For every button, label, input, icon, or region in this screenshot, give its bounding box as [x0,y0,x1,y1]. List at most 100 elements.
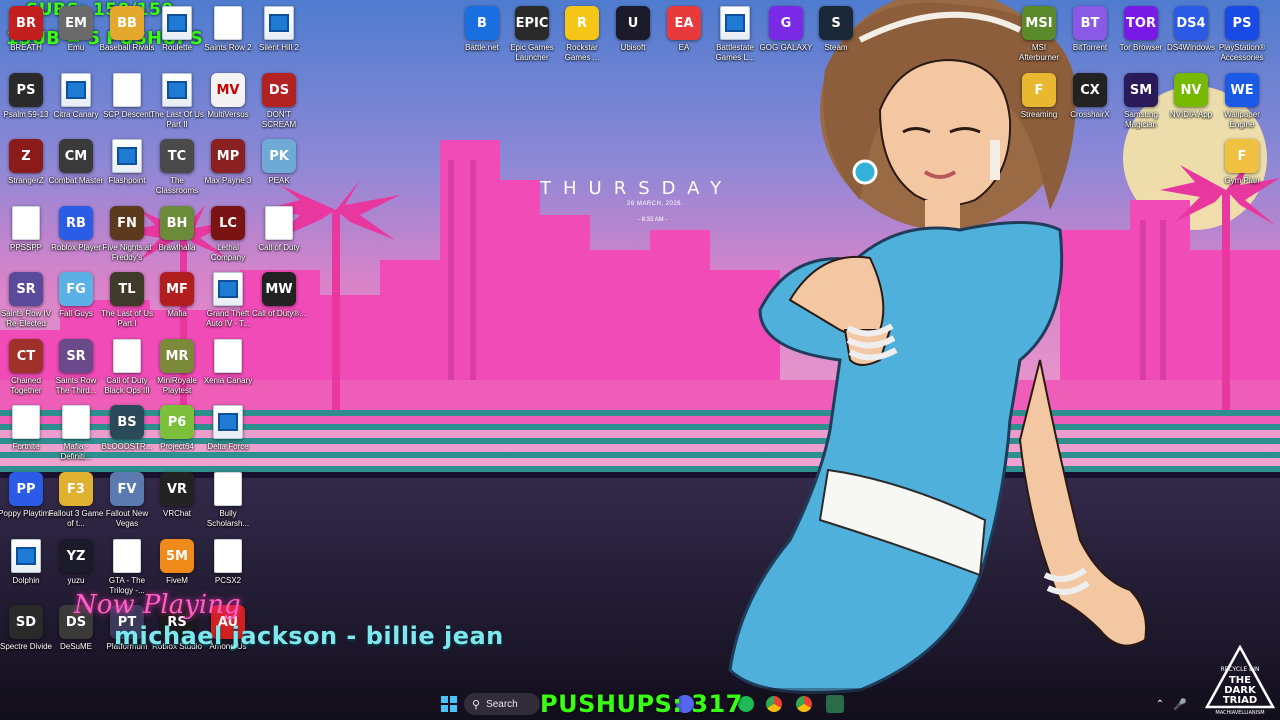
top-0-desktop-icon[interactable]: B Battle.net [457,6,507,53]
start-button[interactable] [437,692,461,716]
right-8-desktop-icon[interactable]: NV NVIDIA App [1166,73,1216,120]
left-39-icon-label: Delta Force [207,442,249,451]
left-4-desktop-icon[interactable]: Saints Row 2 [203,6,253,53]
chrome-profile-icon[interactable] [796,696,812,712]
left-31-desktop-icon[interactable]: SR Saints Row The Third... [51,339,101,396]
left-9-desktop-icon[interactable]: The Last Of Us Part II [150,73,204,130]
left-24-desktop-icon[interactable]: SR Saints Row IV Re-Elected [1,272,51,329]
left-21-icon-label: Brawlhalla [158,243,196,252]
right-8-icon-label: NVIDIA App [1169,110,1213,119]
right-10-desktop-icon[interactable]: F Gym Plan [1217,139,1267,186]
left-42-desktop-icon[interactable]: FV Fallout New Vegas [102,472,152,529]
left-20-desktop-icon[interactable]: FN Five Nights at Freddy's [102,206,152,263]
left-30-icon-label: Chained Together [10,376,42,395]
top-5-desktop-icon[interactable]: Battlestate Games L... [710,6,760,63]
left-26-desktop-icon[interactable]: TL The Last of Us Part I [101,272,153,329]
left-29-desktop-icon[interactable]: MW Call of Duty®... [252,272,306,319]
left-43-desktop-icon[interactable]: VR VRChat [152,472,202,519]
left-49-desktop-icon[interactable]: PCSX2 [203,539,253,586]
top-0-icon-label: Battle.net [465,43,499,52]
right-9-desktop-icon[interactable]: WE Wallpaper Engine [1217,73,1267,130]
left-22-desktop-icon[interactable]: LC Lethal Company [203,206,253,263]
right-7-desktop-icon[interactable]: SM Samsung Magician [1116,73,1166,130]
now-playing-label: Now Playing [74,590,241,620]
left-37-desktop-icon[interactable]: BS BLOODSTR... [102,405,152,452]
right-4-app-icon: PS [1225,6,1259,40]
left-12-desktop-icon[interactable]: Z StrangerZ [1,139,51,186]
left-25-icon-label: Fall Guys [59,309,93,318]
left-36-app-icon [62,405,90,439]
left-0-desktop-icon[interactable]: BR BREATH [1,6,51,53]
left-13-app-icon: CM [59,139,93,173]
left-0-app-icon: BR [9,6,43,40]
left-26-app-icon: TL [110,272,144,306]
left-27-desktop-icon[interactable]: MF Mafia [152,272,202,319]
left-12-icon-label: StrangerZ [8,176,44,185]
top-7-icon-label: Steam [824,43,848,52]
right-3-desktop-icon[interactable]: DS4 DS4Windows [1166,6,1216,53]
left-45-desktop-icon[interactable]: Dolphin [1,539,51,586]
right-5-app-icon: F [1022,73,1056,107]
left-44-desktop-icon[interactable]: Bully Scholarsh... [203,472,253,529]
left-7-desktop-icon[interactable]: Citra Canary [51,73,101,120]
top-6-desktop-icon[interactable]: G GOG GALAXY [760,6,812,53]
left-1-desktop-icon[interactable]: EM Emu [51,6,101,53]
right-6-desktop-icon[interactable]: CX CrosshairX [1065,73,1115,120]
left-47-desktop-icon[interactable]: GTA - The Trilogy -... [102,539,152,596]
left-8-desktop-icon[interactable]: SCP Descent [102,73,152,120]
right-0-desktop-icon[interactable]: MSI MSI Afterburner [1014,6,1064,63]
left-17-desktop-icon[interactable]: PK PEAK [254,139,304,186]
left-3-desktop-icon[interactable]: Roulette [152,6,202,53]
top-3-app-icon: U [616,6,650,40]
top-4-desktop-icon[interactable]: EA EA [659,6,709,53]
left-51-icon-label: DeSuME [59,642,92,651]
left-40-desktop-icon[interactable]: PP Poppy Playtime [0,472,54,519]
left-46-desktop-icon[interactable]: YZ yuzu [51,539,101,586]
left-6-desktop-icon[interactable]: PS Psalm 59-13 [1,73,51,120]
chrome-icon[interactable] [766,696,782,712]
left-15-desktop-icon[interactable]: TC The Classrooms [152,139,202,196]
left-36-desktop-icon[interactable]: Mafia - Definiti... [51,405,101,462]
microphone-icon[interactable]: 🎤 [1168,692,1192,716]
right-2-desktop-icon[interactable]: TOR Tor Browser [1116,6,1166,53]
left-30-desktop-icon[interactable]: CT Chained Together [1,339,51,396]
left-24-icon-label: Saints Row IV Re-Elected [0,309,52,328]
left-19-desktop-icon[interactable]: RB Roblox Player [51,206,101,253]
top-1-desktop-icon[interactable]: EPIC Epic Games Launcher [507,6,557,63]
left-5-desktop-icon[interactable]: Silent Hill 2 [254,6,304,53]
left-11-desktop-icon[interactable]: DS DON'T SCREAM [254,73,304,130]
left-15-app-icon: TC [160,139,194,173]
left-41-desktop-icon[interactable]: F3 Fallout 3 Game of t... [49,472,103,529]
taskbar-app-icon[interactable] [826,695,844,713]
left-35-desktop-icon[interactable]: Fortnite [1,405,51,452]
right-1-desktop-icon[interactable]: BT BitTorrent [1065,6,1115,53]
left-23-desktop-icon[interactable]: Call of Duty [254,206,304,253]
left-28-desktop-icon[interactable]: Grand Theft Auto IV - T... [203,272,253,329]
right-5-desktop-icon[interactable]: F Streaming [1014,73,1064,120]
left-16-desktop-icon[interactable]: MP Max Payne 3 [203,139,253,186]
top-7-desktop-icon[interactable]: S Steam [811,6,861,53]
left-18-desktop-icon[interactable]: PPSSPP [1,206,51,253]
left-25-desktop-icon[interactable]: FG Fall Guys [51,272,101,319]
left-38-desktop-icon[interactable]: P6 Project64 [152,405,202,452]
left-14-desktop-icon[interactable]: Flashpoint [102,139,152,186]
top-3-desktop-icon[interactable]: U Ubisoft [608,6,658,53]
left-33-desktop-icon[interactable]: MR MiniRoyale Playtest [152,339,202,396]
left-13-desktop-icon[interactable]: CM Combat Master [49,139,103,186]
now-playing-track: michael jackson - billie jean [114,622,504,650]
top-2-desktop-icon[interactable]: R Rockstar Games ... [557,6,607,63]
left-39-desktop-icon[interactable]: Delta Force [203,405,253,452]
right-4-desktop-icon[interactable]: PS PlayStation® Accessories [1217,6,1267,63]
left-21-desktop-icon[interactable]: BH Brawlhalla [152,206,202,253]
taskbar-search-box[interactable]: ⚲ Search [464,693,540,715]
right-4-icon-label: PlayStation® Accessories [1218,43,1266,62]
left-29-icon-label: Call of Duty®... [252,309,306,318]
left-50-desktop-icon[interactable]: SD Spectre Divide [0,605,52,652]
left-2-desktop-icon[interactable]: BB Baseball Rivals [100,6,154,53]
left-10-desktop-icon[interactable]: MV MultiVersus [203,73,253,120]
left-17-app-icon: PK [262,139,296,173]
left-32-desktop-icon[interactable]: Call of Duty Black Ops III [102,339,152,396]
right-10-app-icon: F [1225,139,1259,173]
left-34-desktop-icon[interactable]: Xenia Canary [203,339,253,386]
left-48-desktop-icon[interactable]: 5M FiveM [152,539,202,586]
